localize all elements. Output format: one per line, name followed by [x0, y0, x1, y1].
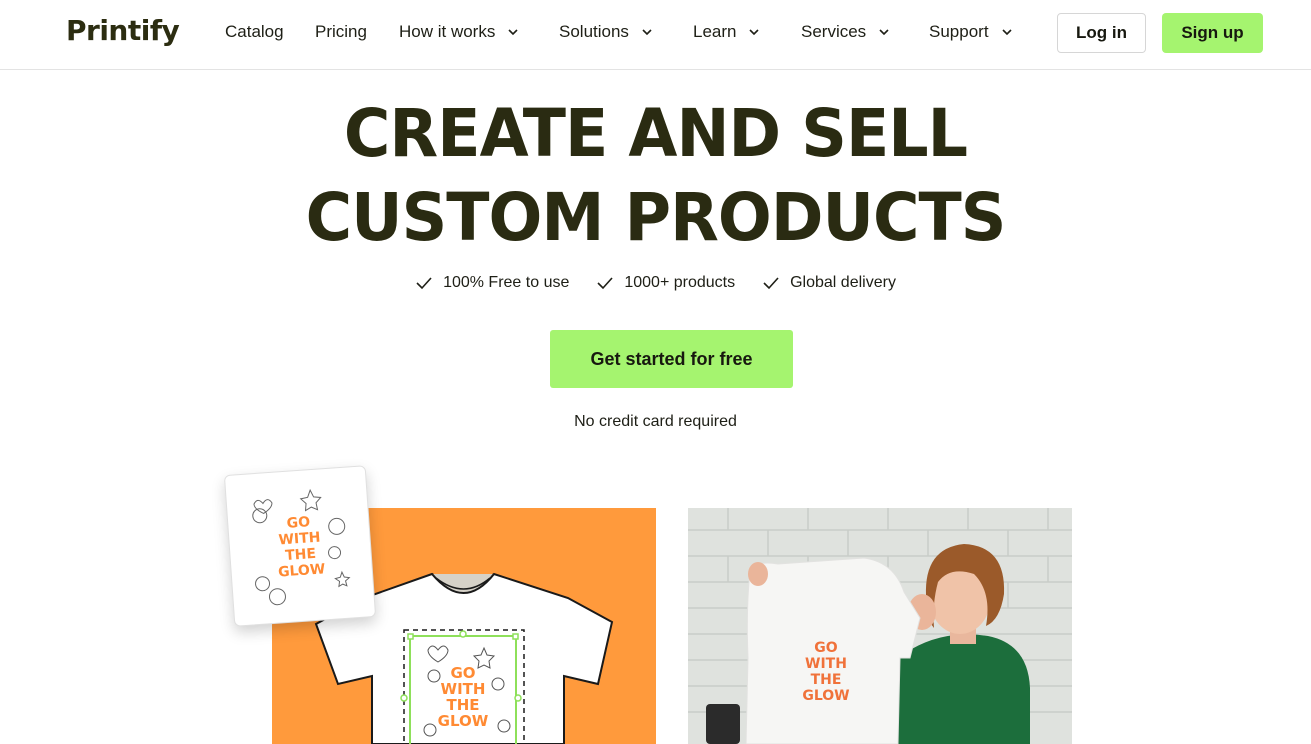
login-button[interactable]: Log in [1057, 13, 1146, 53]
signup-button[interactable]: Sign up [1162, 13, 1263, 53]
nav-solutions[interactable]: Solutions [559, 22, 653, 42]
svg-text:GLOW: GLOW [438, 712, 489, 730]
nav-pricing-label: Pricing [315, 22, 367, 41]
hero-title-line-1: CREATE AND SELL [343, 95, 968, 172]
nav-learn-label: Learn [693, 22, 737, 41]
feature-item: Global delivery [762, 274, 896, 292]
chevron-down-icon [1001, 29, 1012, 36]
hero-title-line-2: CUSTOM PRODUCTS [305, 179, 1007, 256]
nav-learn[interactable]: Learn [693, 22, 760, 42]
nav-pricing[interactable]: Pricing [315, 22, 367, 42]
svg-text:GLOW: GLOW [802, 688, 849, 704]
check-icon [416, 277, 432, 290]
svg-text:WITH: WITH [805, 656, 847, 672]
chevron-down-icon [508, 29, 518, 36]
check-icon [597, 277, 613, 290]
nav-catalog-label: Catalog [225, 22, 284, 41]
svg-text:GO: GO [286, 514, 311, 532]
feature-label: 100% Free to use [443, 274, 570, 291]
no-credit-card-note: No credit card required [574, 413, 737, 430]
feature-list: 100% Free to use 1000+ products Global d… [0, 274, 1311, 292]
chevron-down-icon [879, 29, 889, 36]
hero-title: CREATE AND SELL CUSTOM PRODUCTS [26, 92, 1285, 260]
feature-label: 1000+ products [624, 274, 736, 291]
svg-text:GLOW: GLOW [278, 561, 326, 580]
design-preview-card: GO WITH THE GLOW [223, 465, 377, 627]
nav-catalog[interactable]: Catalog [225, 22, 284, 42]
svg-text:GO: GO [814, 640, 837, 656]
svg-text:THE: THE [811, 672, 842, 688]
nav-how-it-works[interactable]: How it works [399, 22, 519, 42]
get-started-button[interactable]: Get started for free [550, 330, 793, 388]
photo-illustration: GO WITH THE GLOW [688, 508, 1072, 744]
nav-support[interactable]: Support [929, 22, 1013, 42]
person-holding-shirt-photo: GO WITH THE GLOW [688, 508, 1072, 744]
check-icon [763, 277, 779, 290]
nav-support-label: Support [929, 22, 989, 41]
nav-services[interactable]: Services [801, 22, 890, 42]
feature-item: 100% Free to use [415, 274, 569, 292]
feature-item: 1000+ products [596, 274, 735, 292]
chevron-down-icon [749, 29, 760, 36]
feature-label: Global delivery [790, 274, 896, 291]
printify-logo[interactable]: Printify [66, 14, 180, 47]
nav-solutions-label: Solutions [559, 22, 629, 41]
nav-how-it-works-label: How it works [399, 22, 496, 41]
site-header: Printify Catalog Pricing How it works So… [0, 0, 1311, 70]
design-artwork: GO WITH THE GLOW [252, 488, 351, 606]
nav-services-label: Services [801, 22, 867, 41]
chevron-down-icon [642, 29, 652, 36]
